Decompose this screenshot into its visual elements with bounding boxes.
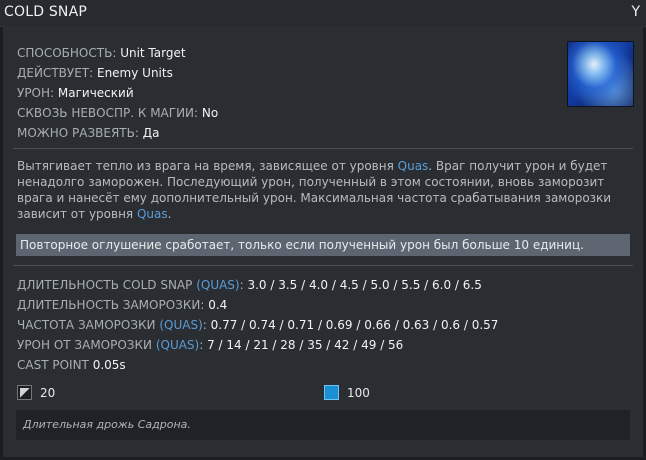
level-row-cast-point: CAST POINT 0.05s [17, 355, 498, 375]
stat-value: Enemy Units [96, 66, 173, 80]
stat-value: No [201, 106, 219, 120]
ability-description: Вытягивает тепло из врага на время, зави… [17, 158, 622, 222]
ability-lore: Длительная дрожь Садрона. [16, 410, 630, 440]
label-colon: : [199, 338, 208, 352]
level-label: УРОН ОТ ЗАМОРОЗКИ [17, 338, 156, 352]
ability-title: COLD SNAP [4, 4, 88, 20]
stat-pierces-immunity: СКВОЗЬ НЕВОСПР. К МАГИИ: No [17, 103, 218, 123]
mana-icon [324, 385, 339, 400]
ability-stats: СПОСОБНОСТЬ: Unit Target ДЕЙСТВУЕТ: Enem… [17, 43, 218, 143]
stat-dispellable: МОЖНО РАЗВЕЯТЬ: Да [17, 123, 218, 143]
level-label: CAST POINT [17, 358, 93, 372]
label-colon: : [202, 318, 211, 332]
level-value: 3.0 / 3.5 / 4.0 / 4.5 / 5.0 / 5.5 / 6.0 … [247, 278, 482, 292]
divider [13, 148, 633, 149]
stat-affects: ДЕЙСТВУЕТ: Enemy Units [17, 63, 218, 83]
description-text: Вытягивает тепло из врага на время, зави… [17, 159, 398, 173]
level-value: 7 / 14 / 21 / 28 / 35 / 42 / 49 / 56 [207, 338, 404, 352]
quas-reference: Quas [397, 159, 429, 173]
level-value: 0.77 / 0.74 / 0.71 / 0.69 / 0.66 / 0.63 … [210, 318, 499, 332]
level-label: ДЛИТЕЛЬНОСТЬ ЗАМОРОЗКИ: [17, 298, 209, 312]
level-row-duration: ДЛИТЕЛЬНОСТЬ COLD SNAP (QUAS): 3.0 / 3.5… [17, 275, 498, 295]
level-label: ДЛИТЕЛЬНОСТЬ COLD SNAP [17, 278, 197, 292]
quas-tag: (QUAS) [159, 318, 203, 332]
quas-tag: (QUAS) [155, 338, 200, 352]
stat-ability-type: СПОСОБНОСТЬ: Unit Target [17, 43, 218, 63]
description-text: . [167, 207, 172, 221]
stat-value: Магический [57, 86, 134, 100]
quas-reference: Quas [136, 207, 168, 221]
stat-label: СПОСОБНОСТЬ: [17, 46, 117, 60]
stat-damage-type: УРОН: Магический [17, 83, 218, 103]
stat-label: УРОН: [17, 86, 55, 100]
level-value: 0.4 [208, 298, 228, 312]
stat-label: СКВОЗЬ НЕВОСПР. К МАГИИ: [17, 106, 199, 120]
level-label: ЧАСТОТА ЗАМОРОЗКИ [17, 318, 160, 332]
quas-tag: (QUAS) [196, 278, 240, 292]
ability-tooltip-panel: СПОСОБНОСТЬ: Unit Target ДЕЙСТВУЕТ: Enem… [3, 26, 643, 457]
stat-value: Да [142, 126, 160, 140]
level-row-freeze-rate: ЧАСТОТА ЗАМОРОЗКИ (QUAS): 0.77 / 0.74 / … [17, 315, 498, 335]
cooldown-value: 20 [40, 386, 56, 400]
mana-cost-value: 100 [347, 386, 370, 400]
stat-label: ДЕЙСТВУЕТ: [17, 66, 94, 80]
tooltip-header: COLD SNAP Y [0, 0, 646, 27]
level-value: 0.05s [92, 358, 126, 372]
ability-note: Повторное оглушение сработает, только ес… [16, 234, 630, 256]
level-row-freeze-duration: ДЛИТЕЛЬНОСТЬ ЗАМОРОЗКИ: 0.4 [17, 295, 498, 315]
stat-label: МОЖНО РАЗВЕЯТЬ: [17, 126, 139, 140]
level-row-freeze-damage: УРОН ОТ ЗАМОРОЗКИ (QUAS): 7 / 14 / 21 / … [17, 335, 498, 355]
cooldown-icon [17, 385, 32, 400]
ability-level-values: ДЛИТЕЛЬНОСТЬ COLD SNAP (QUAS): 3.0 / 3.5… [17, 275, 498, 375]
ability-hotkey: Y [631, 4, 640, 20]
cold-snap-ability-icon [567, 41, 634, 107]
stat-value: Unit Target [120, 46, 186, 60]
divider [13, 265, 633, 266]
